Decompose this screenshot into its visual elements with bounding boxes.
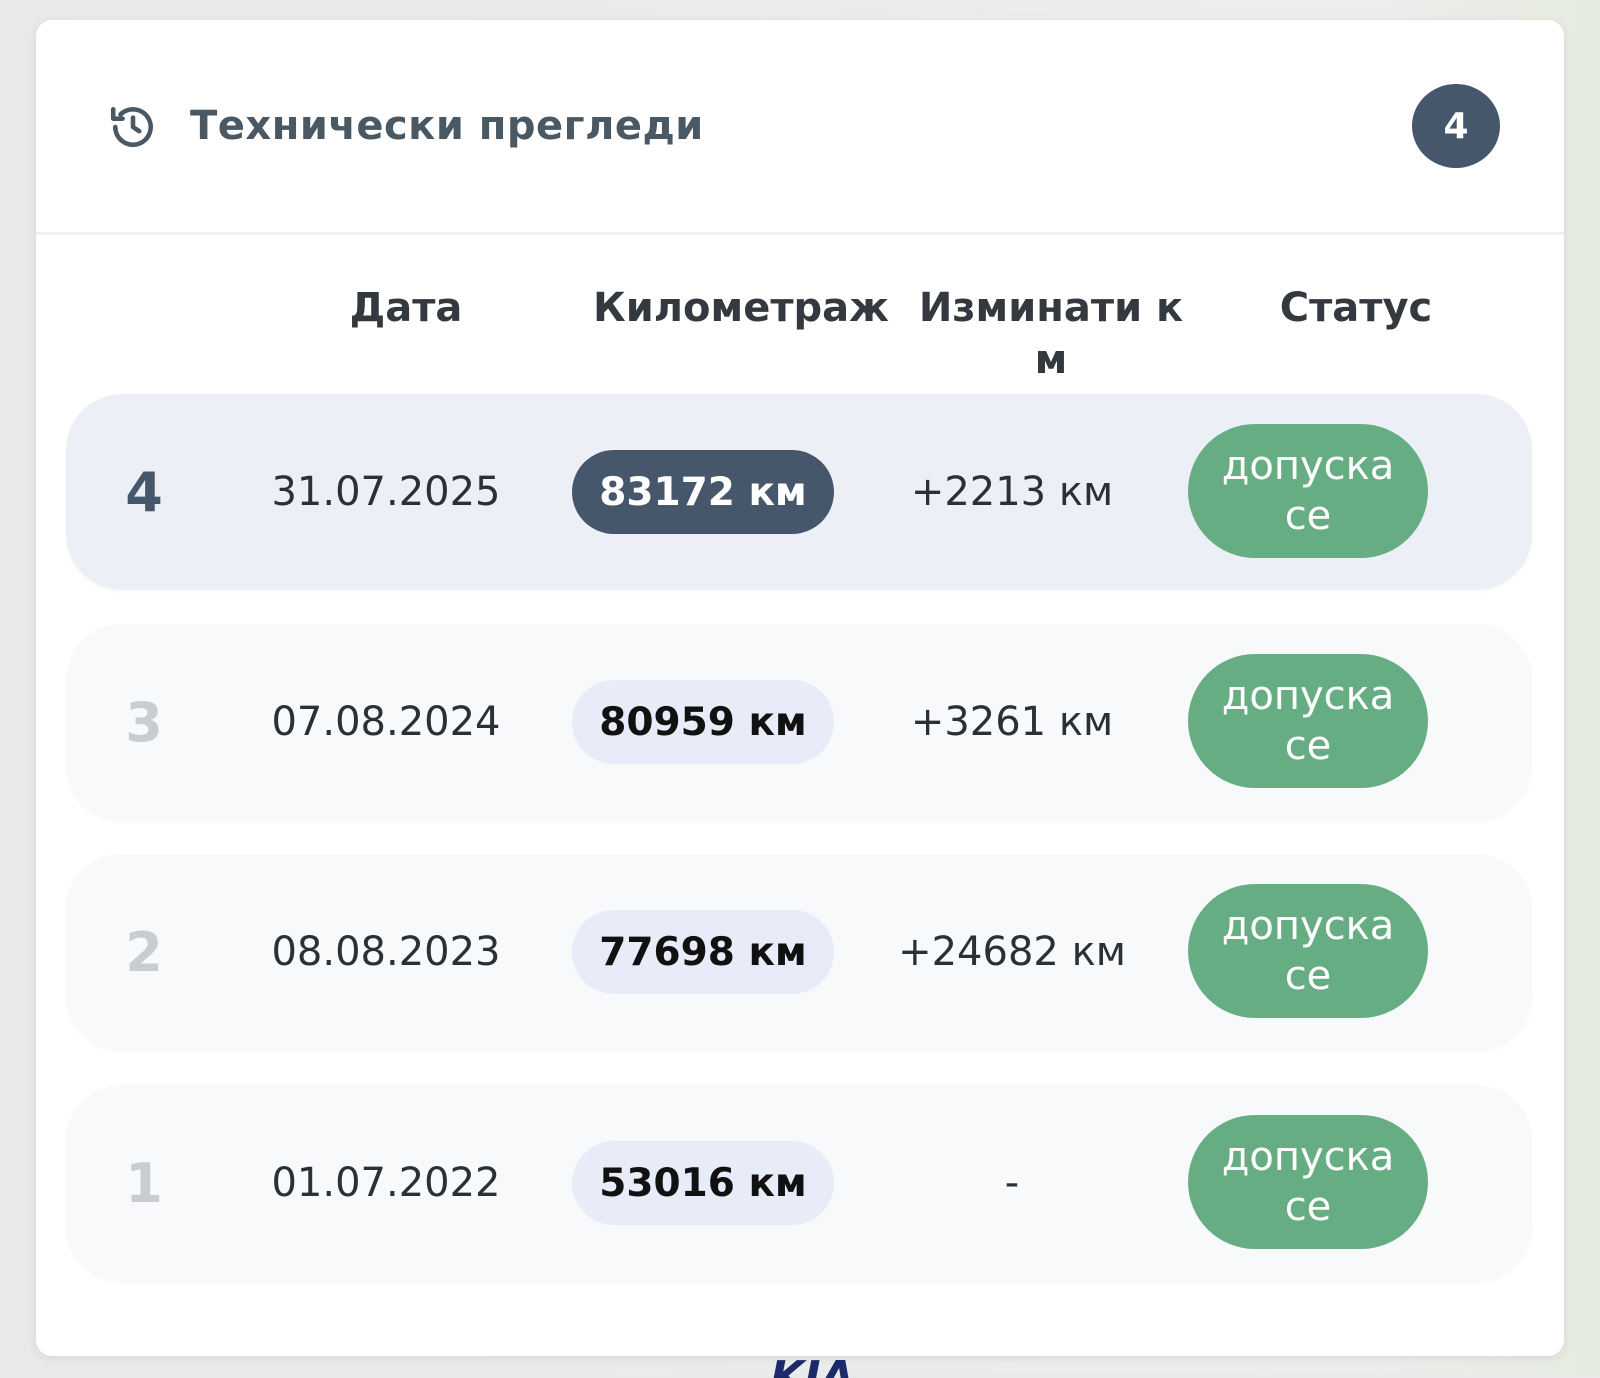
row-date: 31.07.2025: [271, 469, 501, 515]
row-traveled: +2213 км: [910, 469, 1114, 515]
row-number: 3: [125, 690, 163, 754]
status-badge: допуска се: [1188, 424, 1428, 558]
status-badge: допуска се: [1188, 654, 1428, 788]
mileage-pill: 83172 км: [572, 450, 834, 534]
row-traveled: +24682 км: [898, 929, 1126, 975]
row-date: 01.07.2022: [271, 1160, 501, 1206]
column-header-status: Статус: [1279, 285, 1433, 331]
mileage-pill: 53016 км: [572, 1141, 834, 1225]
row-date: 07.08.2024: [271, 699, 501, 745]
column-header-date: Дата: [349, 285, 463, 331]
column-header-traveled: Изминати к м: [901, 282, 1201, 386]
inspection-row[interactable]: 1 01.07.2022 53016 км - допуска се: [66, 1085, 1532, 1281]
mileage-pill: 77698 км: [572, 910, 834, 994]
history-icon: [108, 102, 158, 152]
status-badge: допуска се: [1188, 884, 1428, 1018]
partial-logo: KIA: [770, 1356, 880, 1378]
inspections-card: Технически прегледи 4 Дата Километраж Из…: [36, 20, 1564, 1356]
card-title: Технически прегледи: [190, 103, 704, 149]
column-header-traveled-label: Изминати к м: [918, 285, 1184, 383]
row-date: 08.08.2023: [271, 929, 501, 975]
mileage-pill: 80959 км: [572, 680, 834, 764]
count-badge: 4: [1412, 84, 1500, 168]
row-traveled: -: [1004, 1160, 1020, 1206]
inspection-row[interactable]: 4 31.07.2025 83172 км +2213 км допуска с…: [66, 394, 1532, 590]
card-header: Технически прегледи 4: [36, 20, 1564, 235]
inspection-row[interactable]: 2 08.08.2023 77698 км +24682 км допуска …: [66, 854, 1532, 1050]
row-traveled: +3261 км: [910, 699, 1114, 745]
row-number: 4: [125, 460, 163, 524]
inspection-row[interactable]: 3 07.08.2024 80959 км +3261 км допуска с…: [66, 624, 1532, 820]
column-header-mileage: Километраж: [593, 285, 889, 331]
row-number: 1: [125, 1151, 163, 1215]
row-number: 2: [125, 920, 163, 984]
status-badge: допуска се: [1188, 1115, 1428, 1249]
